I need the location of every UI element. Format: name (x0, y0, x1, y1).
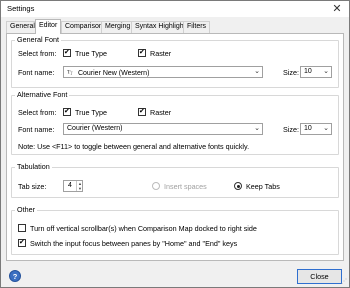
tab-editor[interactable]: Editor (35, 19, 62, 34)
tab-size-stepper[interactable]: 4 ▲ ▼ (63, 180, 83, 192)
keep-tabs-label: Keep Tabs (246, 182, 280, 191)
font-name-select[interactable]: T T Courier New (Western) ⌄ (63, 66, 263, 78)
insert-spaces-label: Insert spaces (164, 182, 207, 191)
alt-font-name-select[interactable]: Courier (Western) ⌄ (63, 123, 263, 135)
svg-text:T: T (70, 72, 73, 75)
window-title: Settings (7, 4, 35, 13)
resize-grip-icon[interactable]: ⋰ (341, 278, 347, 285)
tab-merging[interactable]: Merging (101, 21, 135, 33)
font-name-value: Courier New (Western) (77, 70, 150, 77)
keep-tabs-radio[interactable] (234, 182, 242, 190)
insert-spaces-radio[interactable] (152, 182, 160, 190)
focus-switch-checkbox[interactable] (18, 239, 26, 247)
tabulation-group-label: Tabulation (15, 162, 52, 171)
size-value: 10 (304, 68, 312, 75)
other-group: Other Turn off vertical scrollbar(s) whe… (11, 205, 339, 255)
true-type-label: True Type (75, 108, 107, 117)
select-from-label: Select from: (18, 49, 57, 58)
chevron-down-icon: ⌄ (254, 125, 260, 132)
size-select[interactable]: 10 ⌄ (300, 66, 332, 78)
alt-size-select[interactable]: 10 ⌄ (300, 123, 332, 135)
raster-checkbox[interactable] (138, 108, 146, 116)
general-font-group-label: General Font (15, 35, 61, 44)
chevron-down-icon: ⌄ (323, 125, 329, 132)
select-from-label: Select from: (18, 108, 57, 117)
tab-syntax-highlight[interactable]: Syntax Highlight (131, 21, 190, 33)
alternative-font-group: Alternative Font Select from: True Type … (11, 90, 339, 155)
true-type-label: True Type (75, 49, 107, 58)
toggle-fonts-note: Note: Use <F11> to toggle between genera… (18, 142, 250, 151)
tab-filters[interactable]: Filters (183, 21, 211, 33)
raster-label: Raster (150, 49, 172, 58)
title-bar: Settings ✕ (1, 1, 349, 17)
chevron-down-icon: ⌄ (254, 68, 260, 75)
truetype-font-icon: T T (67, 70, 73, 75)
size-label: Size: (283, 125, 299, 134)
size-label: Size: (283, 68, 299, 77)
font-name-label: Font name: (18, 68, 55, 77)
stepper-down-icon[interactable]: ▼ (77, 186, 83, 191)
close-window-icon[interactable]: ✕ (331, 2, 343, 15)
tab-general[interactable]: General (6, 21, 39, 33)
editor-panel: General Font Select from: True Type Rast… (6, 33, 344, 261)
help-icon[interactable]: ? (9, 270, 21, 282)
settings-window: Settings ✕ General Editor Comparison Mer… (0, 0, 350, 288)
raster-label: Raster (150, 108, 172, 117)
alt-font-name-value: Courier (Western) (67, 125, 123, 132)
stepper-buttons[interactable]: ▲ ▼ (76, 181, 82, 191)
scrollbar-option-checkbox[interactable] (18, 224, 26, 232)
font-name-label: Font name: (18, 125, 55, 134)
chevron-down-icon: ⌄ (323, 68, 329, 75)
general-font-group: General Font Select from: True Type Rast… (11, 35, 339, 88)
close-button[interactable]: Close (297, 269, 342, 284)
other-group-label: Other (15, 205, 37, 214)
alt-size-value: 10 (304, 125, 312, 132)
alternative-font-group-label: Alternative Font (15, 90, 70, 99)
raster-checkbox[interactable] (138, 49, 146, 57)
tab-comparison[interactable]: Comparison (61, 21, 107, 33)
tab-size-label: Tab size: (18, 182, 47, 191)
scrollbar-option-label: Turn off vertical scrollbar(s) when Comp… (30, 224, 257, 233)
true-type-checkbox[interactable] (63, 49, 71, 57)
tab-size-value: 4 (68, 182, 72, 189)
tabulation-group: Tabulation Tab size: 4 ▲ ▼ Insert spaces… (11, 162, 339, 198)
focus-switch-label: Switch the input focus between panes by … (30, 239, 238, 248)
true-type-checkbox[interactable] (63, 108, 71, 116)
